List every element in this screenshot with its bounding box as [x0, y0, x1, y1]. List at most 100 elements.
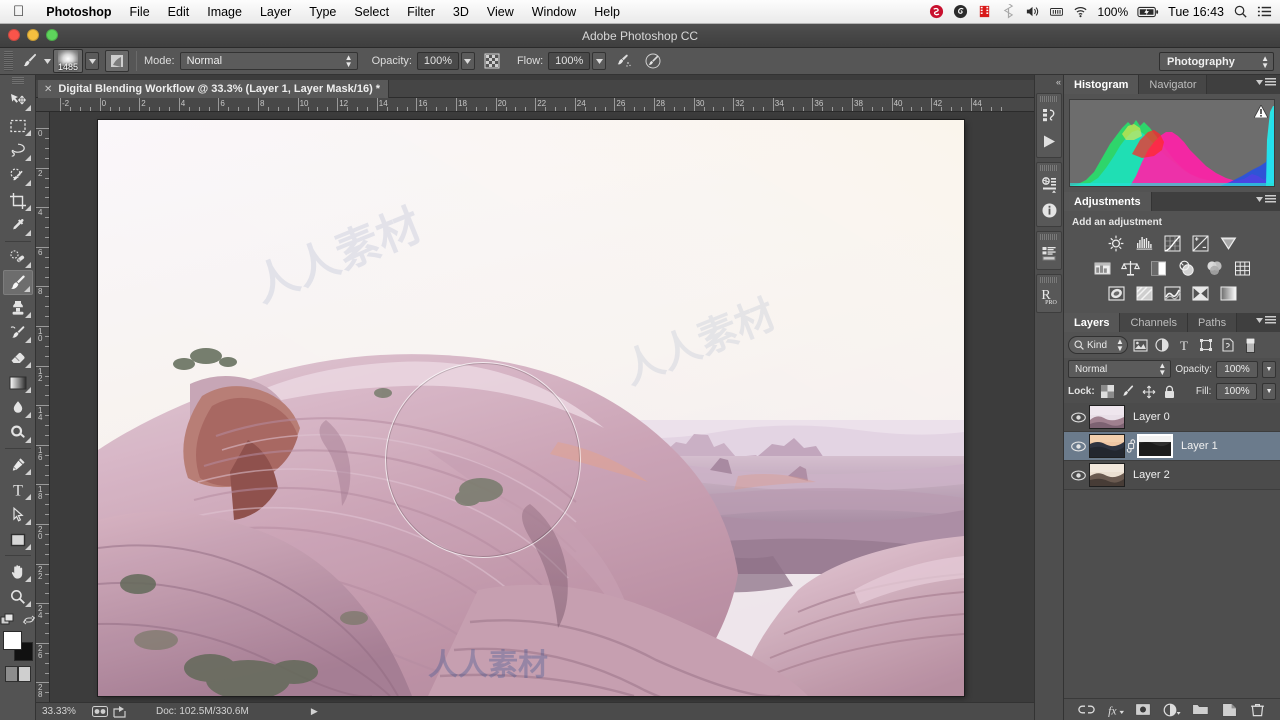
bluetooth-icon[interactable]: [1001, 4, 1016, 19]
spot-healing-brush-tool[interactable]: [3, 245, 33, 270]
vibrance-adjustment-icon[interactable]: [1218, 233, 1238, 253]
hand-tool[interactable]: [3, 559, 33, 584]
spotlight-search-icon[interactable]: [1233, 4, 1248, 19]
layer-name[interactable]: Layer 0: [1133, 411, 1170, 423]
apple-menu-icon[interactable]: : [0, 4, 37, 19]
layer-filter-kind-select[interactable]: Kind ▲ ▼: [1068, 336, 1128, 354]
quick-selection-tool[interactable]: [3, 163, 33, 188]
info-panel-icon[interactable]: [1037, 197, 1061, 223]
toolbar-grip[interactable]: [11, 77, 24, 85]
sophos-icon[interactable]: [929, 4, 944, 19]
lock-image-pixels-icon[interactable]: [1120, 384, 1136, 400]
tab-navigator[interactable]: Navigator: [1139, 75, 1208, 94]
properties-panel-icon[interactable]: [1037, 171, 1061, 197]
spiral-icon[interactable]: [953, 4, 968, 19]
tab-paths[interactable]: Paths: [1187, 313, 1238, 332]
layer-visibility-toggle-icon[interactable]: [1067, 407, 1089, 427]
history-brush-tool[interactable]: [3, 320, 33, 345]
close-button[interactable]: [8, 29, 20, 41]
lasso-tool[interactable]: [3, 138, 33, 163]
panel-menu-icon[interactable]: [1256, 316, 1276, 325]
layer-blend-mode-select[interactable]: Normal ▲ ▼: [1068, 360, 1172, 378]
color-lookup-adjustment-icon[interactable]: [1232, 258, 1252, 278]
foreground-color-swatch[interactable]: [2, 631, 22, 650]
lock-transparent-pixels-icon[interactable]: [1100, 384, 1116, 400]
flow-chevron-down-icon[interactable]: [592, 52, 607, 70]
path-selection-tool[interactable]: [3, 502, 33, 527]
table-row[interactable]: Layer 1: [1064, 432, 1280, 461]
clone-stamp-tool[interactable]: [3, 295, 33, 320]
zoom-button[interactable]: [46, 29, 58, 41]
options-bar-grip[interactable]: [4, 51, 13, 71]
layer-opacity-chevron-down-icon[interactable]: ▼: [1262, 360, 1276, 378]
curves-adjustment-icon[interactable]: [1162, 233, 1182, 253]
layer-opacity-input[interactable]: 100%: [1216, 360, 1258, 378]
fil ter-pixel-icon[interactable]: [1131, 336, 1150, 354]
horizontal-ruler[interactable]: -2 0 2 4 6 8 10 12 14 16 18 20 22 24 26 28 30 32 34 36 38 40 4…: [36, 98, 1036, 112]
quick-mask-mode-icon[interactable]: [4, 666, 31, 682]
new-group-button[interactable]: [1192, 701, 1210, 719]
raw-pro-icon[interactable]: R PRO: [1037, 283, 1061, 309]
brush-tool[interactable]: [2, 270, 33, 295]
brush-preset-chevron-down-icon[interactable]: [85, 52, 99, 70]
layer-visibility-toggle-icon[interactable]: [1067, 465, 1089, 485]
collapse-panels-icon[interactable]: «: [1034, 75, 1064, 89]
filter-shape-icon[interactable]: [1197, 336, 1216, 354]
table-row[interactable]: Layer 0: [1064, 403, 1280, 432]
threshold-adjustment-icon[interactable]: [1162, 283, 1182, 303]
filter-smart-object-icon[interactable]: [1219, 336, 1238, 354]
edit-toolbar-icon[interactable]: [0, 613, 16, 627]
menu-item-edit[interactable]: Edit: [159, 5, 199, 19]
menu-item-help[interactable]: Help: [585, 5, 629, 19]
layer-name[interactable]: Layer 2: [1133, 469, 1170, 481]
brush-options-chevron-down-icon[interactable]: [41, 50, 53, 72]
zoom-level-input[interactable]: 33.33%: [36, 706, 90, 717]
layer-thumbnail[interactable]: [1089, 463, 1125, 487]
zoom-tool[interactable]: [3, 584, 33, 609]
history-panel-icon[interactable]: [1037, 102, 1061, 128]
rectangle-shape-tool[interactable]: [3, 527, 33, 552]
menu-item-view[interactable]: View: [478, 5, 523, 19]
filter-adjustment-icon[interactable]: [1153, 336, 1172, 354]
crop-tool[interactable]: [3, 188, 33, 213]
brush-preset-picker-icon[interactable]: 1485: [53, 49, 83, 73]
pen-tool[interactable]: [3, 452, 33, 477]
film-strip-icon[interactable]: [977, 4, 992, 19]
notification-center-icon[interactable]: [1257, 4, 1272, 19]
tablet-pressure-size-icon[interactable]: [642, 50, 664, 72]
brightness-contrast-adjustment-icon[interactable]: [1106, 233, 1126, 253]
color-swatches[interactable]: [2, 631, 33, 661]
eraser-tool[interactable]: [3, 345, 33, 370]
lock-position-icon[interactable]: [1141, 384, 1157, 400]
workspace-select[interactable]: Photography ▲ ▼: [1159, 52, 1274, 71]
layer-style-fx-button[interactable]: fx: [1106, 701, 1124, 719]
photo-filter-adjustment-icon[interactable]: [1176, 258, 1196, 278]
layer-fill-input[interactable]: 100%: [1216, 383, 1258, 400]
cached-data-warning-icon[interactable]: [1254, 105, 1268, 118]
clock-label[interactable]: Tue 16:43: [1168, 5, 1224, 19]
black-white-adjustment-icon[interactable]: [1148, 258, 1168, 278]
layer-name[interactable]: Layer 1: [1181, 440, 1218, 452]
layer-visibility-toggle-icon[interactable]: [1067, 436, 1089, 456]
layer-mask-link-icon[interactable]: [1125, 439, 1137, 453]
layer-thumbnail[interactable]: [1089, 434, 1125, 458]
lock-all-icon[interactable]: [1161, 384, 1177, 400]
layer-mask-thumbnail[interactable]: [1137, 434, 1173, 458]
canvas-area[interactable]: -2 0 2 4 6 8 10 12 14 16 18 20 22 24 26 28 30 32 34 36 38 40 4…: [36, 98, 1036, 702]
opacity-input[interactable]: 100%: [416, 52, 459, 70]
gradient-map-adjustment-icon[interactable]: [1218, 283, 1238, 303]
battery-charging-icon[interactable]: [1137, 5, 1159, 19]
menu-item-image[interactable]: Image: [198, 5, 251, 19]
add-layer-mask-button[interactable]: [1134, 701, 1152, 719]
new-layer-button[interactable]: [1220, 701, 1238, 719]
exposure-adjustment-icon[interactable]: [1190, 233, 1210, 253]
tab-layers[interactable]: Layers: [1064, 313, 1121, 332]
image-canvas[interactable]: 人人素材 人人素材 人人素材: [98, 120, 964, 696]
layer-comps-icon[interactable]: [1037, 240, 1061, 266]
minimize-button[interactable]: [27, 29, 39, 41]
menu-item-window[interactable]: Window: [523, 5, 585, 19]
brush-tool-icon[interactable]: [19, 50, 41, 72]
blur-tool[interactable]: [3, 395, 33, 420]
eyedropper-tool[interactable]: [3, 213, 33, 238]
actions-play-icon[interactable]: [1037, 128, 1061, 154]
